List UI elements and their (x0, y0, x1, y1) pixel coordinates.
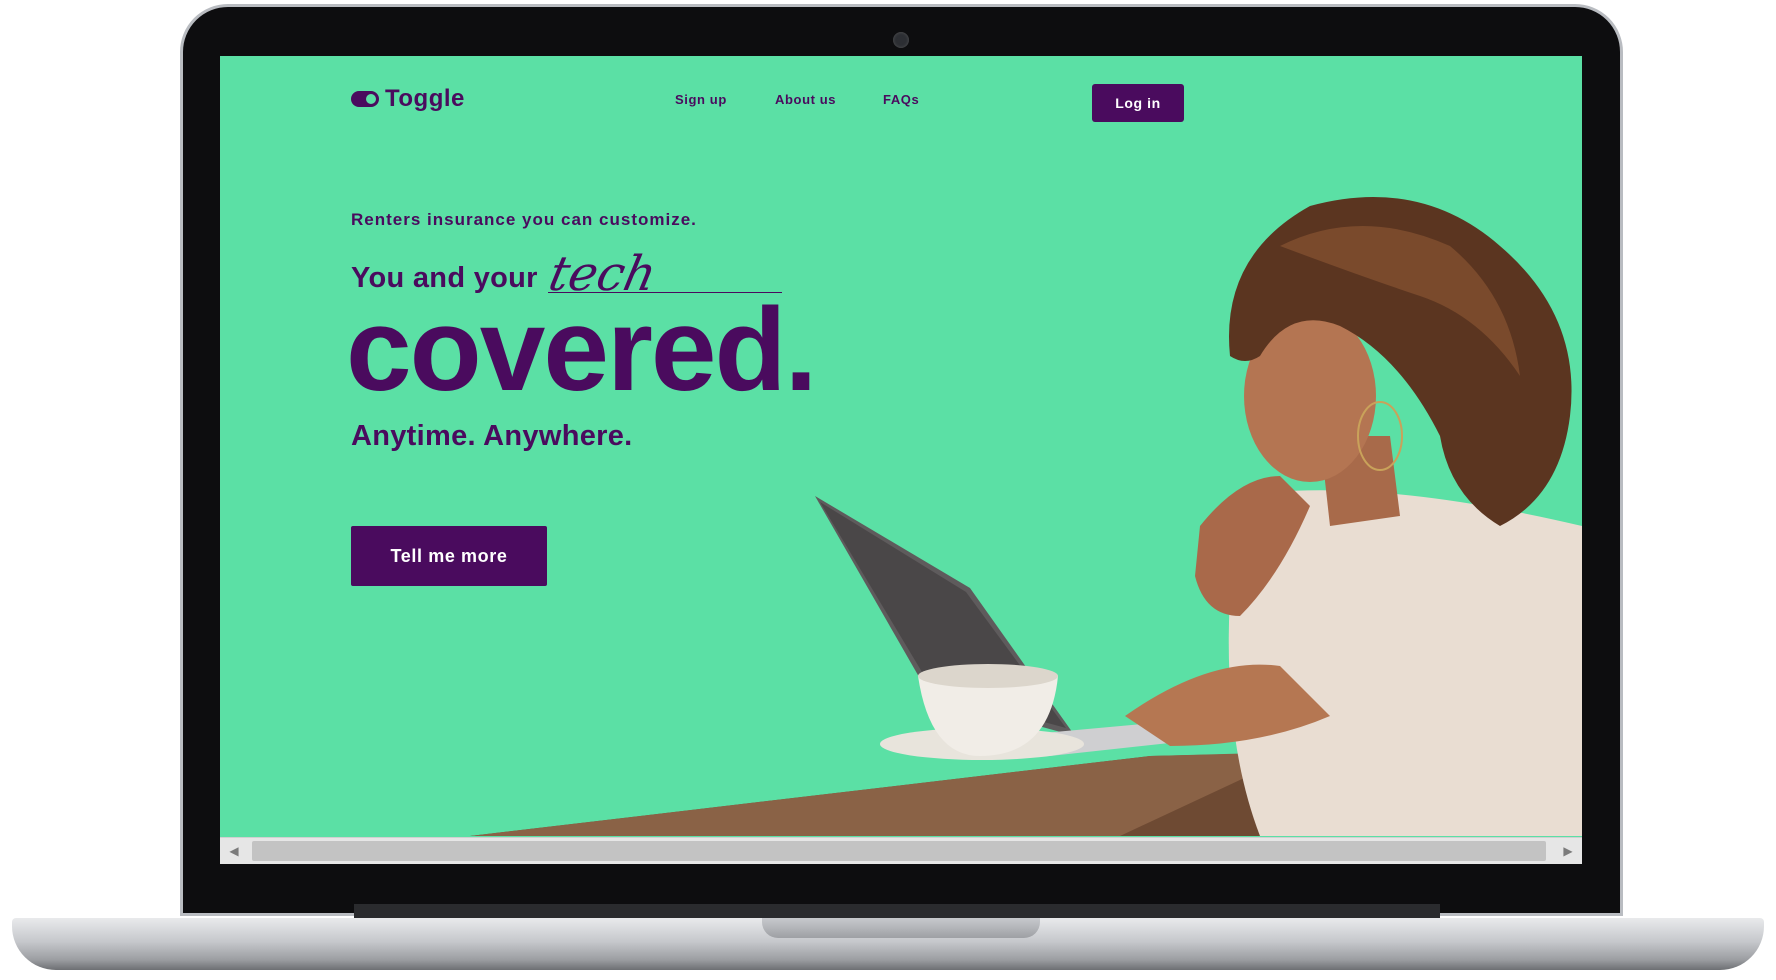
tell-me-more-button[interactable]: Tell me more (351, 526, 547, 586)
hero-subhead: Anytime. Anywhere. (351, 420, 633, 452)
hero-kicker: Renters insurance you can customize. (351, 210, 697, 229)
nav-about-us[interactable]: About us (775, 92, 836, 107)
scrollbar-thumb[interactable] (252, 841, 1546, 861)
browser-viewport: Toggle Sign up About us FAQs Log in Rent… (220, 56, 1582, 864)
arrow-right-icon[interactable]: ▶ (1554, 838, 1582, 864)
toggle-logo[interactable]: Toggle (351, 85, 465, 113)
logo-wordmark: Toggle (385, 85, 465, 112)
nav-faqs[interactable]: FAQs (883, 92, 919, 107)
laptop-hinge (354, 904, 1440, 918)
log-in-button[interactable]: Log in (1092, 84, 1184, 122)
arrow-left-icon[interactable]: ◀ (220, 838, 248, 864)
nav-sign-up[interactable]: Sign up (675, 92, 727, 107)
laptop-notch (762, 918, 1040, 938)
toggle-switch-icon (351, 91, 379, 107)
hero-headline: covered. (346, 284, 817, 416)
webcam (893, 32, 909, 48)
horizontal-scrollbar[interactable]: ◀ ▶ (220, 837, 1582, 864)
